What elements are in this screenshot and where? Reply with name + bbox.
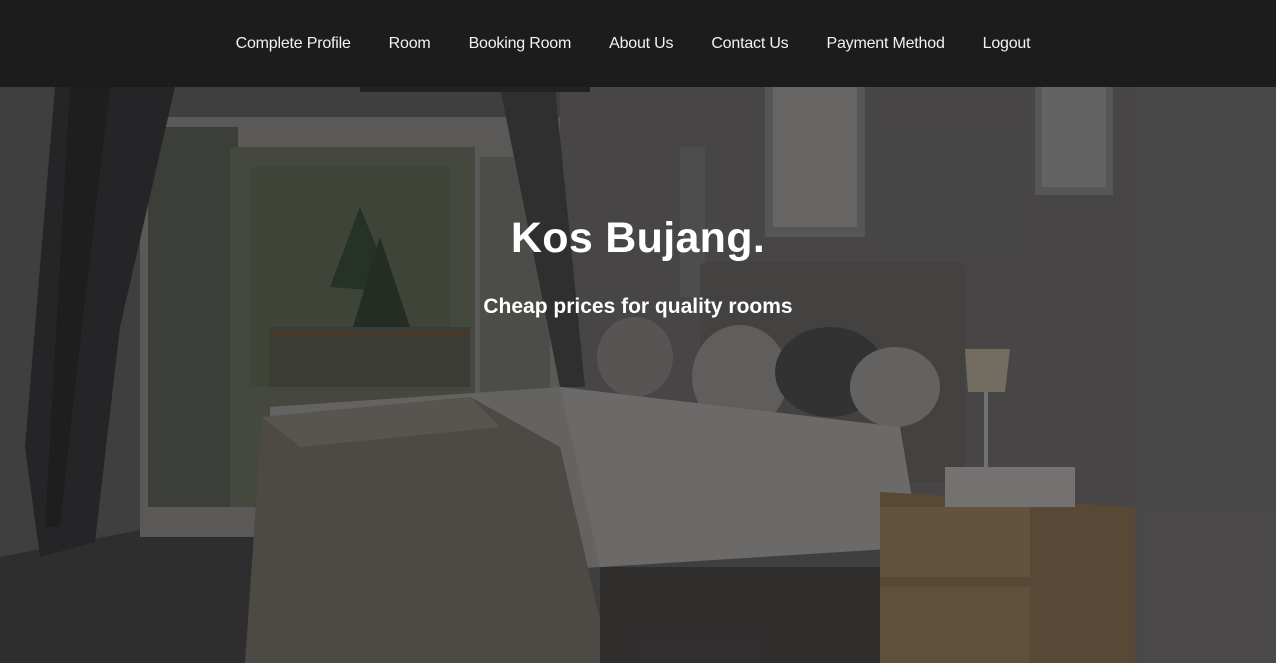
nav-item-about-us: About Us [609,34,673,54]
nav-item-booking-room: Booking Room [469,34,572,54]
nav-menu: Complete Profile Room Booking Room About… [236,34,1031,54]
nav-link-room[interactable]: Room [389,34,431,54]
nav-link-contact-us[interactable]: Contact Us [711,34,788,54]
nav-link-about-us[interactable]: About Us [609,34,673,54]
nav-link-payment-method[interactable]: Payment Method [826,34,944,54]
nav-item-complete-profile: Complete Profile [236,34,351,54]
hero-dark-overlay [0,87,1276,663]
nav-link-logout[interactable]: Logout [983,34,1031,54]
hero-subtitle: Cheap prices for quality rooms [483,295,793,318]
top-navbar: Complete Profile Room Booking Room About… [0,0,1276,87]
nav-link-booking-room[interactable]: Booking Room [469,34,572,54]
hero-section: Kos Bujang. Cheap prices for quality roo… [0,87,1276,663]
nav-item-payment-method: Payment Method [826,34,944,54]
nav-item-contact-us: Contact Us [711,34,788,54]
nav-link-complete-profile[interactable]: Complete Profile [236,34,351,54]
nav-item-logout: Logout [983,34,1031,54]
hero-title: Kos Bujang. [510,214,766,262]
nav-item-room: Room [389,34,431,54]
